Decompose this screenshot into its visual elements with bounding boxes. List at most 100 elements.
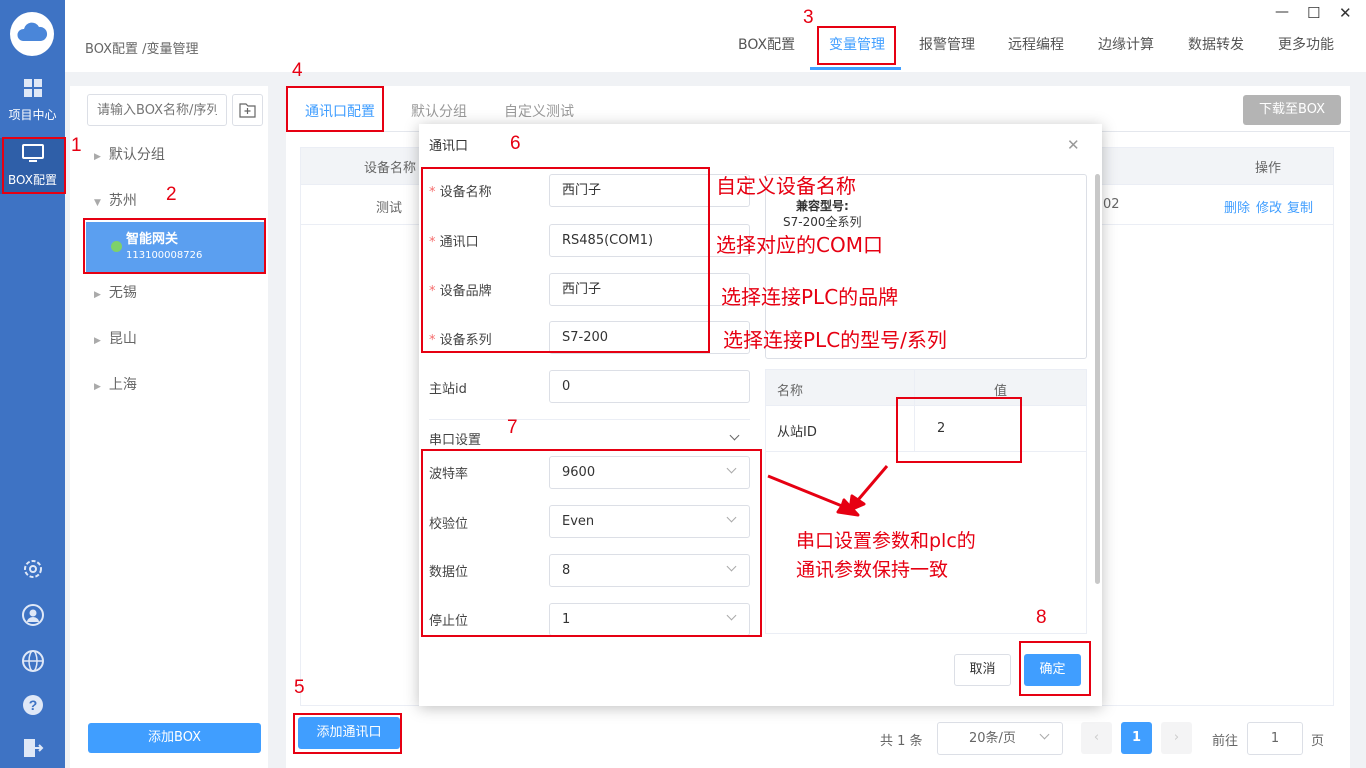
help-icon[interactable]: ? [0, 693, 65, 720]
tree-group-suzhou[interactable]: ▼ 苏州 [94, 190, 137, 210]
breadcrumb: BOX配置 /变量管理 [85, 42, 199, 57]
tab-variable-management[interactable]: 变量管理 [829, 34, 885, 54]
monitor-icon [0, 144, 65, 167]
pagination-total: 共 1 条 [880, 734, 923, 749]
tab-more-functions[interactable]: 更多功能 [1278, 34, 1334, 54]
param-table-header [766, 370, 1086, 406]
top-header: BOX配置 /变量管理 BOX配置 变量管理 报警管理 远程编程 边缘计算 数据… [65, 0, 1366, 72]
tree-group-default[interactable]: ▶ 默认分组 [94, 144, 165, 164]
confirm-button[interactable]: 确定 [1024, 654, 1081, 686]
tab-edge-computing[interactable]: 边缘计算 [1098, 34, 1154, 54]
left-rail: 项目中心 BOX配置 ? [0, 0, 65, 768]
row-edit-link[interactable]: 修改 [1256, 197, 1282, 216]
page-size-value: 20条/页 [969, 731, 1016, 746]
compat-value: S7-200全系列 [783, 215, 862, 229]
logout-icon[interactable] [0, 737, 65, 762]
subtab-default-group[interactable]: 默认分组 [411, 101, 467, 121]
annotation-number-7: 7 [507, 417, 518, 438]
field-label-master-id: 主站id [429, 382, 467, 397]
caret-right-icon: ▶ [94, 152, 101, 162]
row-device-name: 测试 [376, 201, 403, 216]
cancel-button[interactable]: 取消 [954, 654, 1011, 686]
field-label-port: * 通讯口 [429, 235, 479, 250]
row-partial-value: 02 [1103, 197, 1120, 212]
next-page-button[interactable]: › [1161, 722, 1192, 754]
field-label-parity: 校验位 [429, 517, 469, 532]
close-window-button[interactable]: ✕ [1339, 4, 1352, 22]
goto-suffix: 页 [1311, 734, 1325, 749]
cloud-logo-icon [10, 12, 54, 56]
table-header-device-name: 设备名称 [364, 161, 417, 176]
add-port-button[interactable]: 添加通讯口 [298, 717, 400, 749]
dialog-close-icon[interactable]: ✕ [1067, 136, 1080, 154]
svg-text:?: ? [28, 697, 37, 713]
device-name: 智能网关 [126, 232, 179, 247]
page-size-select[interactable]: 20条/页 [937, 722, 1063, 755]
tree-group-kunshan[interactable]: ▶ 昆山 [94, 328, 137, 348]
param-table-divider [914, 370, 915, 452]
device-serial: 113100008726 [126, 250, 203, 261]
baud-rate-select[interactable]: 9600 [549, 456, 750, 489]
minimize-button[interactable]: — [1275, 4, 1289, 20]
device-item-gateway[interactable]: 智能网关 113100008726 [86, 222, 264, 272]
tree-group-wuxi[interactable]: ▶ 无锡 [94, 282, 137, 302]
master-id-input[interactable]: 0 [549, 370, 750, 403]
tree-group-shanghai[interactable]: ▶ 上海 [94, 374, 137, 394]
stop-bits-select[interactable]: 1 [549, 603, 750, 636]
row-copy-link[interactable]: 复制 [1287, 197, 1313, 216]
dialog-scrollbar[interactable] [1095, 174, 1100, 584]
caret-right-icon: ▶ [94, 336, 101, 346]
annotation-number-2: 2 [166, 184, 177, 205]
annotation-note-brand: 选择连接PLC的品牌 [721, 285, 899, 309]
chevron-down-icon [726, 610, 737, 621]
chevron-down-icon [726, 463, 737, 474]
caret-right-icon: ▶ [94, 290, 101, 300]
rail-item-label: 项目中心 [8, 108, 57, 122]
grid-icon [0, 78, 65, 104]
subtab-custom-test[interactable]: 自定义测试 [504, 101, 574, 121]
slave-id-value[interactable]: 2 [937, 421, 945, 436]
annotation-note-serial-line2: 通讯参数保持一致 [796, 559, 949, 581]
tab-remote-programming[interactable]: 远程编程 [1008, 34, 1064, 54]
maximize-button[interactable]: ☐ [1307, 4, 1320, 22]
goto-page-input[interactable]: 1 [1247, 722, 1303, 755]
param-header-value: 值 [994, 384, 1008, 399]
series-select[interactable]: S7-200 [549, 321, 750, 354]
user-icon[interactable] [0, 603, 65, 630]
field-label-data-bits: 数据位 [429, 565, 469, 580]
brand-select[interactable]: 西门子 [549, 273, 750, 306]
rail-item-box-config[interactable]: BOX配置 [0, 138, 65, 194]
prev-page-button[interactable]: ‹ [1081, 722, 1112, 754]
download-to-box-button[interactable]: 下载至BOX [1243, 95, 1341, 125]
annotation-number-3: 3 [803, 7, 814, 28]
dialog-title: 通讯口 [429, 139, 469, 154]
subtab-port-config[interactable]: 通讯口配置 [305, 101, 375, 121]
box-search-input[interactable] [87, 94, 227, 126]
rail-item-project-center[interactable]: 项目中心 [0, 78, 65, 123]
globe-icon[interactable] [0, 649, 65, 676]
param-table-row-border [766, 451, 1086, 452]
serial-settings-header[interactable]: 串口设置 [429, 429, 481, 448]
field-label-brand: * 设备品牌 [429, 284, 492, 299]
annotation-arrows [767, 465, 889, 517]
table-header-ops: 操作 [1255, 161, 1282, 176]
tab-box-config[interactable]: BOX配置 [738, 34, 795, 54]
parity-select[interactable]: Even [549, 505, 750, 538]
settings-icon[interactable] [0, 557, 65, 584]
annotation-number-6: 6 [510, 133, 521, 154]
annotation-number-4: 4 [292, 60, 303, 81]
add-box-button[interactable]: 添加BOX [88, 723, 261, 753]
chevron-down-icon [726, 512, 737, 523]
param-row-name: 从站ID [777, 425, 817, 440]
field-label-device-name: * 设备名称 [429, 185, 492, 200]
chevron-down-icon [1039, 729, 1050, 740]
annotation-note-serial-line1: 串口设置参数和plc的 [796, 530, 976, 552]
page-number-current[interactable]: 1 [1121, 722, 1152, 754]
annotation-number-1: 1 [71, 135, 82, 156]
tab-alarm-management[interactable]: 报警管理 [919, 34, 975, 54]
tab-data-forwarding[interactable]: 数据转发 [1188, 34, 1244, 54]
add-folder-button[interactable] [232, 94, 263, 126]
data-bits-select[interactable]: 8 [549, 554, 750, 587]
annotation-number-8: 8 [1036, 607, 1047, 628]
row-delete-link[interactable]: 删除 [1224, 197, 1250, 216]
